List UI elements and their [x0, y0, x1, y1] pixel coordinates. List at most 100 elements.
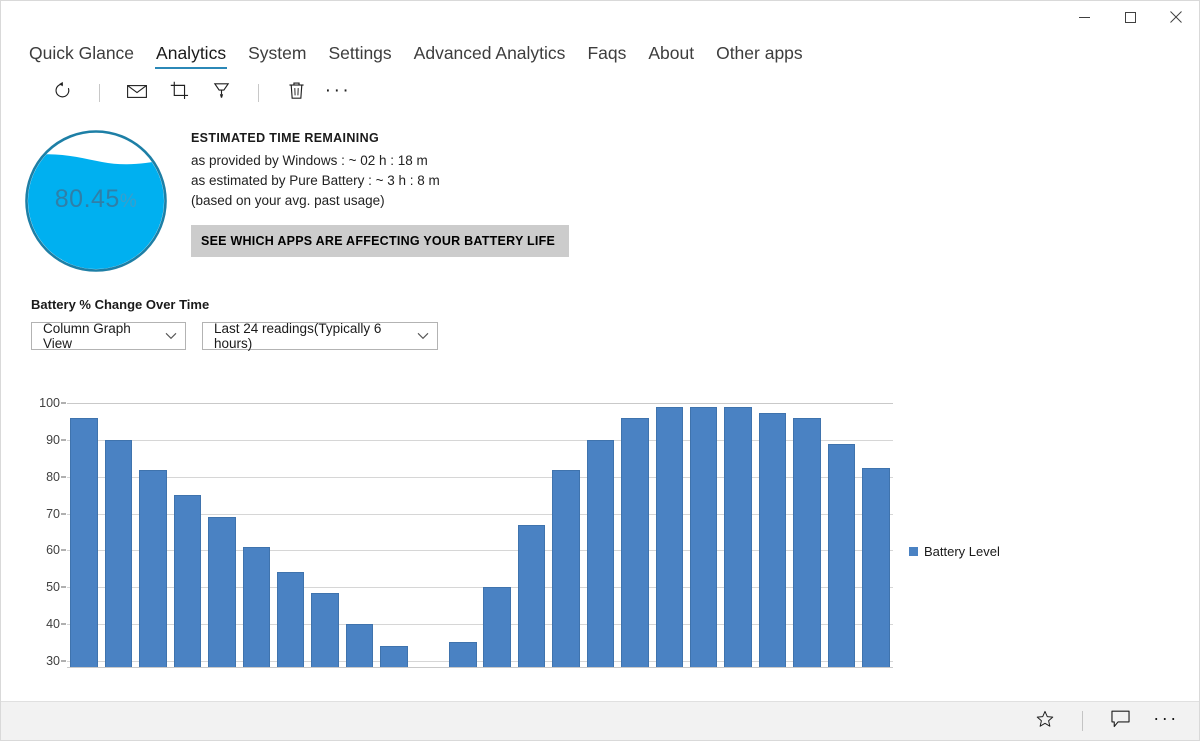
- tab-advanced-analytics[interactable]: Advanced Analytics: [404, 45, 576, 70]
- chart-bar: [174, 495, 202, 668]
- estimate-note-line: (based on your avg. past usage): [191, 191, 569, 211]
- tab-quick-glance[interactable]: Quick Glance: [19, 45, 144, 70]
- tab-label: Quick Glance: [29, 43, 134, 63]
- more-icon: ···: [325, 81, 351, 106]
- chart-bar: [518, 525, 546, 668]
- tab-analytics[interactable]: Analytics: [146, 45, 236, 70]
- title-bar: [1, 1, 1199, 33]
- estimated-time-heading: ESTIMATED TIME REMAINING: [191, 131, 569, 145]
- maximize-icon: [1125, 12, 1136, 23]
- y-axis-tick-mark: [61, 550, 66, 551]
- chart-bar: [483, 587, 511, 668]
- mail-button[interactable]: [116, 76, 158, 110]
- minimize-icon: [1079, 12, 1090, 23]
- chart-bar: [724, 407, 752, 668]
- analytics-content: 80.45% ESTIMATED TIME REMAINING as provi…: [1, 117, 1199, 701]
- chevron-down-icon: [165, 332, 177, 340]
- y-axis-tick-mark: [61, 513, 66, 514]
- maximize-button[interactable]: [1107, 1, 1153, 33]
- star-icon: [1036, 710, 1054, 733]
- app-window: Quick Glance Analytics System Settings A…: [0, 0, 1200, 741]
- chart-bar: [552, 470, 580, 668]
- chart-bar: [587, 440, 615, 668]
- crop-icon: [170, 81, 189, 105]
- y-axis-tick-label: 80: [46, 470, 60, 484]
- y-axis-tick-label: 100: [39, 396, 60, 410]
- battery-chart: 10090807060504030 Battery Level: [1, 388, 1199, 680]
- command-bar: ···: [1, 69, 1199, 117]
- minimize-button[interactable]: [1061, 1, 1107, 33]
- chart-bar: [690, 407, 718, 668]
- chart-bar: [311, 593, 339, 668]
- chart-bar: [139, 470, 167, 668]
- tab-label: Advanced Analytics: [414, 43, 566, 63]
- toolbar-separator-1: [99, 84, 100, 102]
- estimate-purebattery-line: as estimated by Pure Battery : ~ 3 h : 8…: [191, 171, 569, 191]
- y-axis-tick-mark: [61, 403, 66, 404]
- y-axis-tick-mark: [61, 660, 66, 661]
- y-axis-tick-mark: [61, 623, 66, 624]
- tab-label: About: [648, 43, 694, 63]
- legend-swatch-battery-level: [909, 547, 918, 556]
- highlighter-icon: [212, 81, 231, 105]
- refresh-button[interactable]: [41, 76, 83, 110]
- status-more-button[interactable]: ···: [1143, 706, 1189, 736]
- chart-x-axis: [67, 667, 893, 668]
- chart-controls: Battery % Change Over Time Column Graph …: [1, 275, 1199, 350]
- y-axis-tick-label: 90: [46, 433, 60, 447]
- chart-bar: [449, 642, 477, 668]
- main-navigation: Quick Glance Analytics System Settings A…: [1, 33, 1199, 69]
- tab-label: Settings: [328, 43, 391, 63]
- more-options-button[interactable]: ···: [317, 76, 359, 110]
- legend-label-battery-level: Battery Level: [924, 544, 1000, 559]
- chart-bar: [828, 444, 856, 668]
- y-axis-tick-label: 50: [46, 580, 60, 594]
- chart-bar: [346, 624, 374, 668]
- tab-other-apps[interactable]: Other apps: [706, 45, 813, 70]
- reading-range-select[interactable]: Last 24 readings(Typically 6 hours): [202, 322, 438, 350]
- battery-gauge: 80.45%: [22, 127, 170, 275]
- refresh-icon: [53, 81, 72, 105]
- battery-percent-label: 80.45%: [22, 185, 170, 214]
- crop-button[interactable]: [158, 76, 200, 110]
- tab-label: Analytics: [156, 43, 226, 63]
- see-affecting-apps-button[interactable]: SEE WHICH APPS ARE AFFECTING YOUR BATTER…: [191, 225, 569, 257]
- tab-label: Faqs: [587, 43, 626, 63]
- delete-button[interactable]: [275, 76, 317, 110]
- chart-legend: Battery Level: [909, 544, 1000, 559]
- chart-select-row: Column Graph View Last 24 readings(Typic…: [31, 322, 1199, 350]
- feedback-icon: [1111, 710, 1130, 733]
- trash-icon: [288, 81, 305, 105]
- y-axis-tick-mark: [61, 476, 66, 477]
- feedback-button[interactable]: [1097, 706, 1143, 736]
- tab-label: Other apps: [716, 43, 803, 63]
- chart-bar: [380, 646, 408, 668]
- more-icon: ···: [1153, 709, 1178, 733]
- battery-gauge-container: 80.45%: [1, 123, 191, 275]
- reading-range-value: Last 24 readings(Typically 6 hours): [214, 321, 403, 351]
- battery-percent-value: 80.45: [55, 185, 120, 213]
- favorite-button[interactable]: [1022, 706, 1068, 736]
- battery-summary: 80.45% ESTIMATED TIME REMAINING as provi…: [1, 117, 1199, 275]
- tab-settings[interactable]: Settings: [318, 45, 401, 70]
- chart-bar: [277, 572, 305, 668]
- tab-label: System: [248, 43, 306, 63]
- chart-bar: [70, 418, 98, 668]
- estimated-time-block: ESTIMATED TIME REMAINING as provided by …: [191, 123, 569, 257]
- tab-about[interactable]: About: [638, 45, 704, 70]
- chart-plot-area: 10090807060504030: [67, 396, 893, 668]
- chart-bar: [208, 517, 236, 668]
- chart-bar: [105, 440, 133, 668]
- chart-section-title: Battery % Change Over Time: [31, 297, 1199, 312]
- estimate-windows-line: as provided by Windows : ~ 02 h : 18 m: [191, 151, 569, 171]
- highlighter-button[interactable]: [200, 76, 242, 110]
- chevron-down-icon: [417, 332, 429, 340]
- mail-icon: [127, 83, 147, 104]
- y-axis-tick-label: 70: [46, 507, 60, 521]
- tab-system[interactable]: System: [238, 45, 316, 70]
- chart-bar: [759, 413, 787, 668]
- close-button[interactable]: [1153, 1, 1199, 33]
- graph-view-select[interactable]: Column Graph View: [31, 322, 186, 350]
- tab-faqs[interactable]: Faqs: [577, 45, 636, 70]
- chart-bar: [793, 418, 821, 668]
